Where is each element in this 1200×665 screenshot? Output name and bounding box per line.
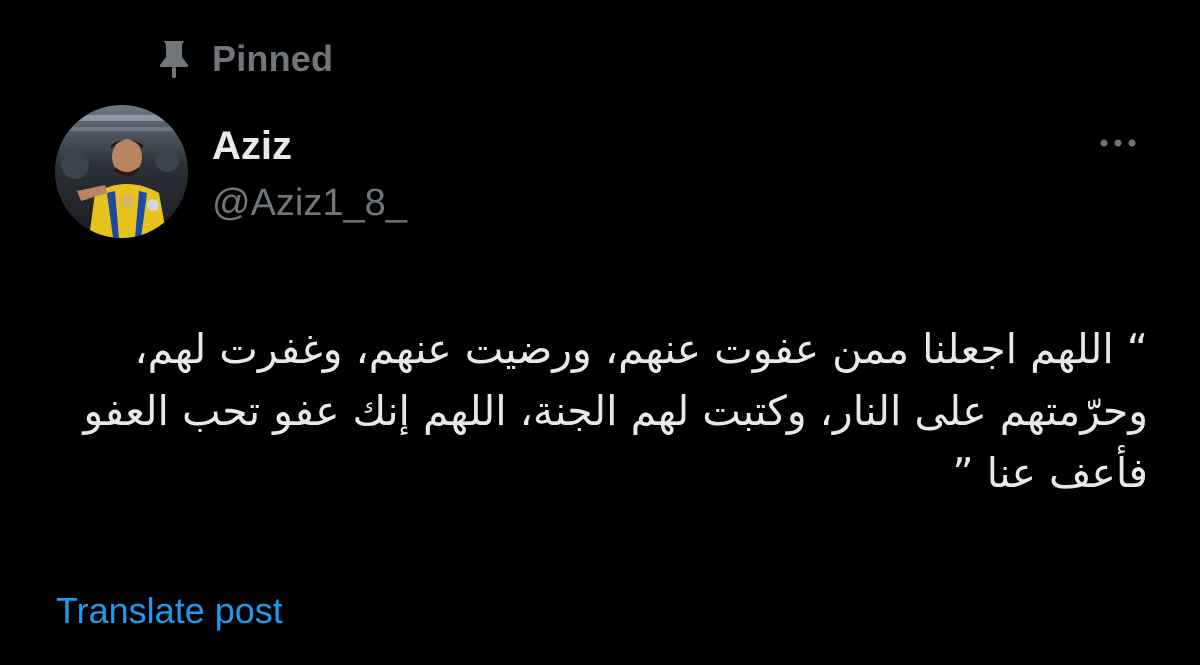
pinned-indicator: Pinned <box>158 36 333 82</box>
translate-post-link[interactable]: Translate post <box>56 588 283 634</box>
author-handle[interactable]: @Aziz1_8_ <box>212 180 407 226</box>
more-options-button[interactable] <box>1090 128 1146 160</box>
avatar[interactable] <box>55 105 188 238</box>
pinned-label: Pinned <box>212 38 334 79</box>
pin-icon <box>158 39 190 79</box>
more-options-icon <box>1098 135 1138 153</box>
author-display-name[interactable]: Aziz <box>212 122 292 170</box>
post-text: “ اللهم اجعلنا ممن عفوت عنهم، ورضيت عنهم… <box>83 325 1148 497</box>
